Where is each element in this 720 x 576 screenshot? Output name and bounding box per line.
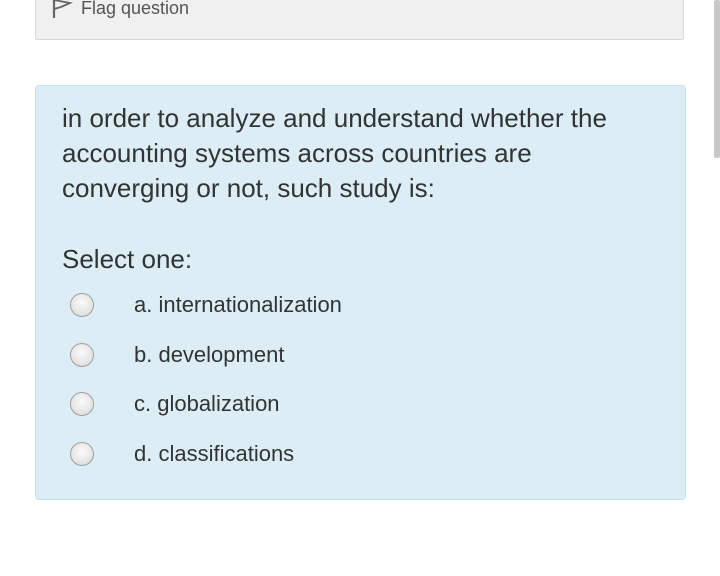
scrollbar[interactable] [714,0,720,158]
select-one-prompt: Select one: [62,244,193,274]
answer-option-c[interactable]: c. globalization [70,388,630,424]
answer-label[interactable]: d. classifications [134,441,294,467]
question-text: in order to analyze and understand wheth… [62,101,662,206]
answer-option-b[interactable]: b. development [70,339,630,375]
question-text-line: converging or not, such study is: [62,173,435,203]
question-text-line: in order to analyze and understand wheth… [62,103,607,133]
answer-label[interactable]: a. internationalization [134,292,342,318]
answer-label[interactable]: b. development [134,342,284,368]
question-text-line: accounting systems across countries are [62,138,532,168]
answer-option-a[interactable]: a. internationalization [70,289,630,325]
quiz-page: Flag question in order to analyze and un… [0,0,720,576]
flag-question-label[interactable]: Flag question [81,0,189,19]
answer-label[interactable]: c. globalization [134,391,280,417]
radio-button[interactable] [70,343,94,367]
answer-option-d[interactable]: d. classifications [70,438,630,474]
flag-question-link[interactable]: Flag question [51,0,189,19]
flag-icon[interactable] [51,0,74,19]
radio-button[interactable] [70,442,94,466]
radio-button[interactable] [70,293,94,317]
question-info-box: Flag question [35,0,684,40]
radio-button[interactable] [70,392,94,416]
question-formulation: in order to analyze and understand wheth… [35,85,686,500]
